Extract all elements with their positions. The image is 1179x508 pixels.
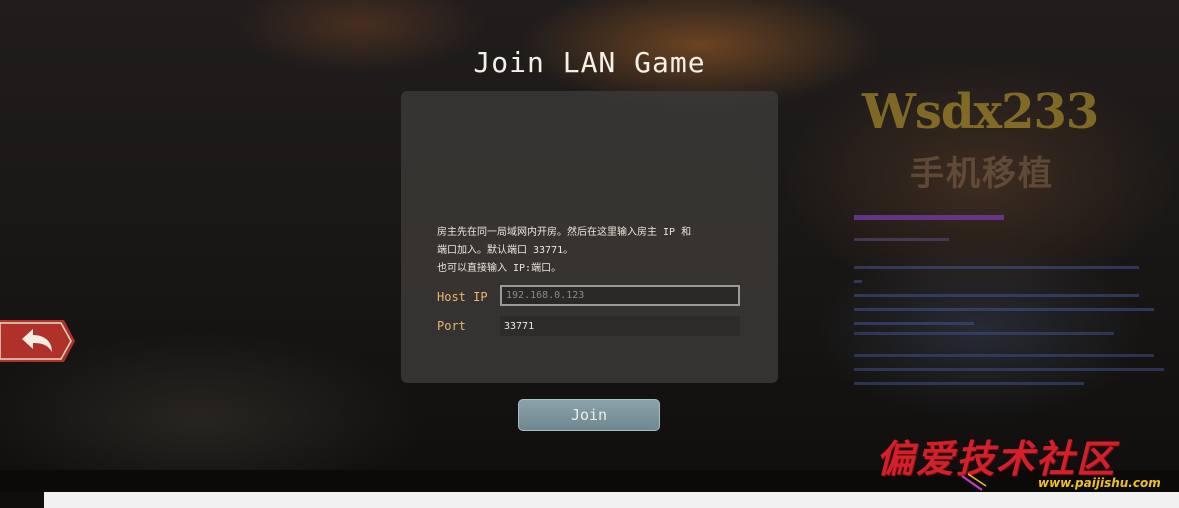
game-screen: Wsdx233 手机移植 Join LAN Game 房主先在同一局域网内开房。… [0, 0, 1179, 508]
watermark-url: www.paijishu.com [1038, 476, 1161, 490]
join-button[interactable]: Join [518, 399, 660, 431]
port-input[interactable] [500, 316, 740, 336]
bottom-bar [44, 492, 1179, 508]
instruction-line: 也可以直接输入 IP:端口。 [437, 263, 562, 274]
watermark-pen-icon [961, 473, 987, 491]
join-instructions: 房主先在同一局域网内开房。然后在这里输入房主 IP 和 端口加入。默认端口 33… [437, 224, 757, 278]
port-label: Port [437, 319, 466, 333]
instruction-line: 房主先在同一局域网内开房。然后在这里输入房主 IP 和 [437, 227, 692, 238]
screen-title: Join LAN Game [473, 46, 706, 79]
host-ip-label: Host IP [437, 290, 488, 304]
background-logo-subtitle: 手机移植 [910, 154, 1054, 194]
instruction-line: 端口加入。默认端口 33771。 [437, 245, 574, 256]
background-logo: Wsdx233 [862, 84, 1099, 140]
background-news-text [854, 215, 1164, 385]
host-ip-input[interactable] [500, 285, 740, 306]
back-button[interactable] [0, 320, 75, 362]
back-arrow-icon [0, 320, 75, 362]
